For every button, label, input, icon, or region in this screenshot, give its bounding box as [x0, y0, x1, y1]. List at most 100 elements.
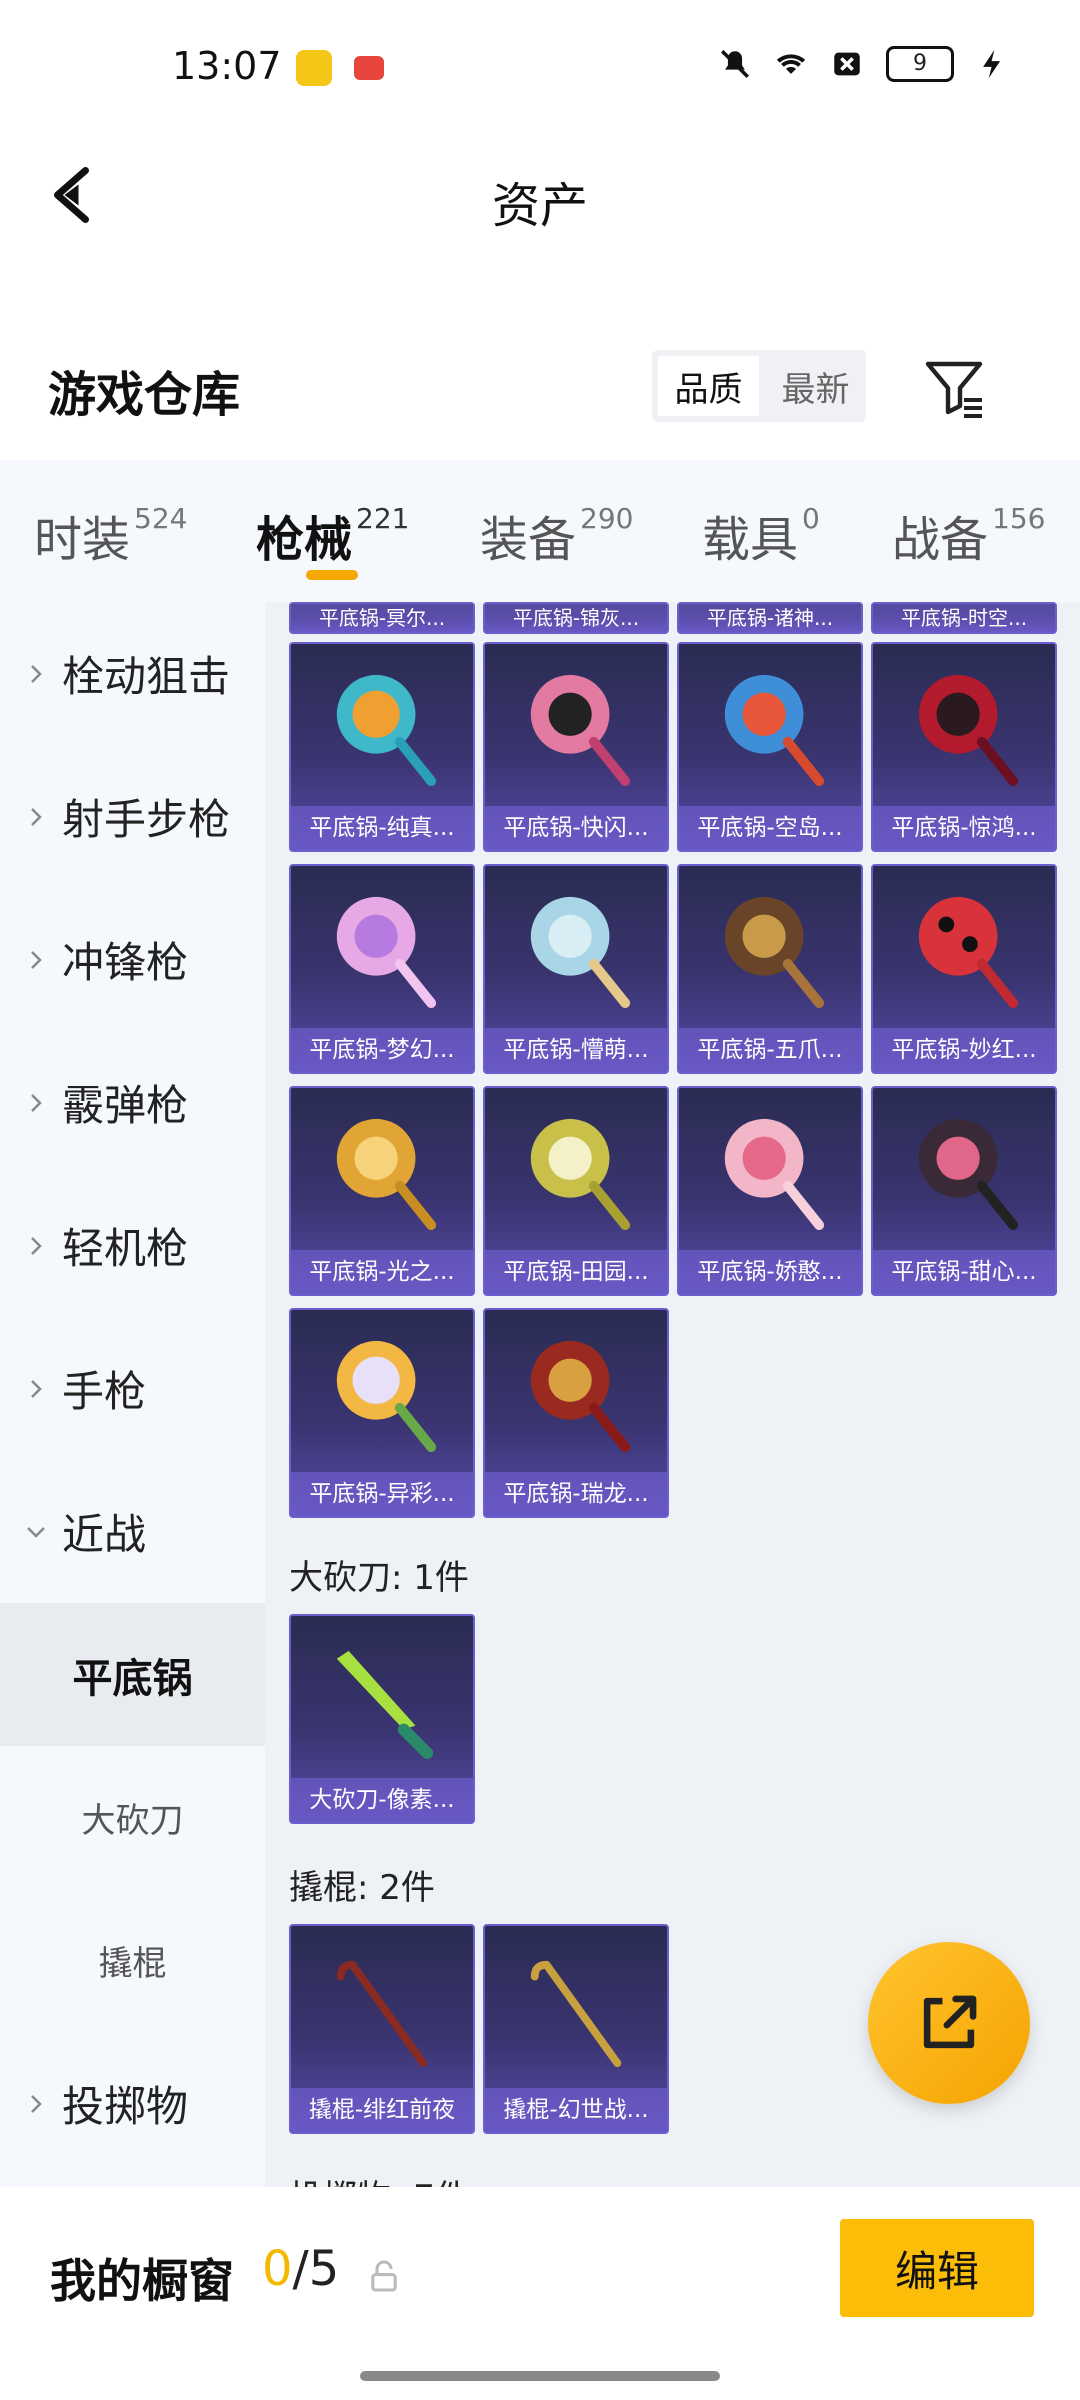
item-card[interactable]: 平底锅-懵萌... [483, 864, 669, 1074]
tab-supplies[interactable]: 战备 156 [892, 500, 1045, 570]
sidebar-sub-machete[interactable]: 大砍刀 [0, 1746, 265, 1889]
chevron-right-icon [31, 1236, 42, 1255]
sidebar-item-label: 栓动狙击 [62, 652, 231, 701]
item-card[interactable]: 平底锅-空岛... [677, 642, 863, 852]
item-card[interactable]: 平底锅-娇憨... [677, 1086, 863, 1296]
sidebar-sub-crowbar[interactable]: 撬棍 [0, 1889, 265, 2032]
mute-icon [720, 49, 750, 79]
sort-quality-button[interactable]: 品质 [658, 356, 759, 416]
item-card[interactable]: 平底锅-甜心... [871, 1086, 1057, 1296]
frying-pan-icon [918, 896, 1019, 1009]
item-card[interactable]: 平底锅-异彩... [289, 1308, 475, 1518]
sidebar-item-shotgun[interactable]: 霰弹枪 [0, 1031, 265, 1174]
sidebar-item-melee[interactable]: 近战 [0, 1460, 265, 1603]
frying-pan-icon [530, 674, 631, 787]
item-name: 大砍刀-像素... [291, 1778, 473, 1822]
section-header-machete: 大砍刀: 1件 [289, 1558, 469, 1598]
item-name: 平底锅-快闪... [485, 806, 667, 850]
frying-pan-icon [336, 896, 437, 1009]
tab-count: 0 [802, 502, 820, 535]
tab-vehicles[interactable]: 载具 0 [702, 500, 820, 570]
app-icon-1 [296, 50, 332, 86]
chevron-down-icon [27, 1526, 45, 1538]
app-icon-2 [354, 56, 384, 80]
tab-count: 524 [134, 502, 188, 535]
sidebar-item-label: 冲锋枪 [62, 938, 189, 987]
item-card[interactable]: 平底锅-诸神... [677, 602, 863, 634]
sidebar-item-lmg[interactable]: 轻机枪 [0, 1174, 265, 1317]
item-card[interactable]: 平底锅-时空... [871, 602, 1057, 634]
tab-count: 290 [580, 502, 634, 535]
edit-button[interactable]: 编辑 [840, 2219, 1034, 2317]
tab-label: 时装 [34, 512, 131, 568]
nav-bar: 资产 [0, 140, 1080, 250]
tab-equipment[interactable]: 装备 290 [480, 500, 633, 570]
item-card[interactable]: 平底锅-梦幻... [289, 864, 475, 1074]
showcase-label: 我的橱窗 [50, 2254, 234, 2308]
sort-latest-button[interactable]: 最新 [765, 350, 866, 422]
item-name: 平底锅-锦灰... [485, 604, 667, 632]
category-tabs: 时装 524 枪械 221 装备 290 载具 0 战备 156 [0, 460, 1080, 602]
item-card[interactable]: 平底锅-纯真... [289, 642, 475, 852]
showcase-count: 0/5 [262, 2241, 339, 2297]
tab-firearms[interactable]: 枪械 221 [256, 500, 409, 570]
item-card[interactable]: 平底锅-惊鸿... [871, 642, 1057, 852]
no-sim-icon [834, 52, 860, 76]
frying-pan-icon [530, 1118, 631, 1231]
sidebar-item-label: 近战 [62, 1510, 147, 1559]
lock-icon [371, 2260, 397, 2292]
sidebar-item-label: 霰弹枪 [62, 1081, 189, 1130]
frying-pan-icon [530, 1340, 631, 1453]
item-name: 平底锅-诸神... [679, 604, 861, 632]
showcase-count-total: /5 [292, 2241, 340, 2297]
tab-label: 装备 [480, 512, 577, 568]
tab-fashion[interactable]: 时装 524 [34, 500, 187, 570]
frying-pan-icon [724, 896, 825, 1009]
item-card[interactable]: 平底锅-冥尔... [289, 602, 475, 634]
sidebar-item-pistol[interactable]: 手枪 [0, 1317, 265, 1460]
tab-active-indicator [306, 570, 358, 580]
item-card[interactable]: 撬棍-幻世战... [483, 1924, 669, 2134]
item-name: 平底锅-甜心... [873, 1250, 1055, 1294]
item-card[interactable]: 平底锅-妙红... [871, 864, 1057, 1074]
item-name: 平底锅-惊鸿... [873, 806, 1055, 850]
tab-label: 枪械 [256, 512, 353, 568]
sidebar-item-label: 投掷物 [62, 2082, 189, 2131]
item-card[interactable]: 平底锅-瑞龙... [483, 1308, 669, 1518]
item-name: 平底锅-娇憨... [679, 1250, 861, 1294]
chevron-right-icon [31, 807, 42, 826]
item-card[interactable]: 平底锅-五爪... [677, 864, 863, 1074]
item-card[interactable]: 大砍刀-像素... [289, 1614, 475, 1824]
sidebar-item-label: 轻机枪 [62, 1224, 189, 1273]
item-name: 平底锅-冥尔... [291, 604, 473, 632]
item-card[interactable]: 平底锅-光之... [289, 1086, 475, 1296]
sidebar-item-bolt-sniper[interactable]: 栓动狙击 [0, 602, 265, 745]
machete-icon [336, 1650, 434, 1760]
sidebar-item-dmr[interactable]: 射手步枪 [0, 745, 265, 888]
item-name: 平底锅-光之... [291, 1250, 473, 1294]
sidebar-item-throwable[interactable]: 投掷物 [0, 2032, 265, 2175]
filter-icon[interactable] [922, 356, 986, 420]
item-card[interactable]: 平底锅-田园... [483, 1086, 669, 1296]
sidebar-sub-pan[interactable]: 平底锅 [0, 1603, 265, 1746]
status-time: 13:07 [172, 44, 282, 88]
sort-toggle: 品质 最新 [652, 350, 866, 422]
item-name: 撬棍-幻世战... [485, 2088, 667, 2132]
home-indicator[interactable] [360, 2371, 720, 2381]
item-card[interactable]: 平底锅-快闪... [483, 642, 669, 852]
item-name: 平底锅-梦幻... [291, 1028, 473, 1072]
share-button[interactable] [868, 1942, 1030, 2104]
section-header-crowbar: 撬棍: 2件 [289, 1868, 435, 1908]
frying-pan-icon [530, 896, 631, 1009]
frying-pan-icon [336, 1118, 437, 1231]
sidebar: 栓动狙击 射手步枪 冲锋枪 霰弹枪 轻机枪 手枪 近战 平底锅 大砍刀 撬棍 投… [0, 602, 265, 2187]
item-card[interactable]: 平底锅-锦灰... [483, 602, 669, 634]
frying-pan-icon [336, 1340, 437, 1453]
page-title: 资产 [491, 178, 588, 234]
chevron-right-icon [31, 2094, 42, 2113]
sidebar-item-smg[interactable]: 冲锋枪 [0, 888, 265, 1031]
tab-label: 载具 [702, 512, 799, 568]
crowbar-icon [336, 1960, 428, 2068]
chevron-right-icon [31, 950, 42, 969]
item-card[interactable]: 撬棍-绯红前夜 [289, 1924, 475, 2134]
